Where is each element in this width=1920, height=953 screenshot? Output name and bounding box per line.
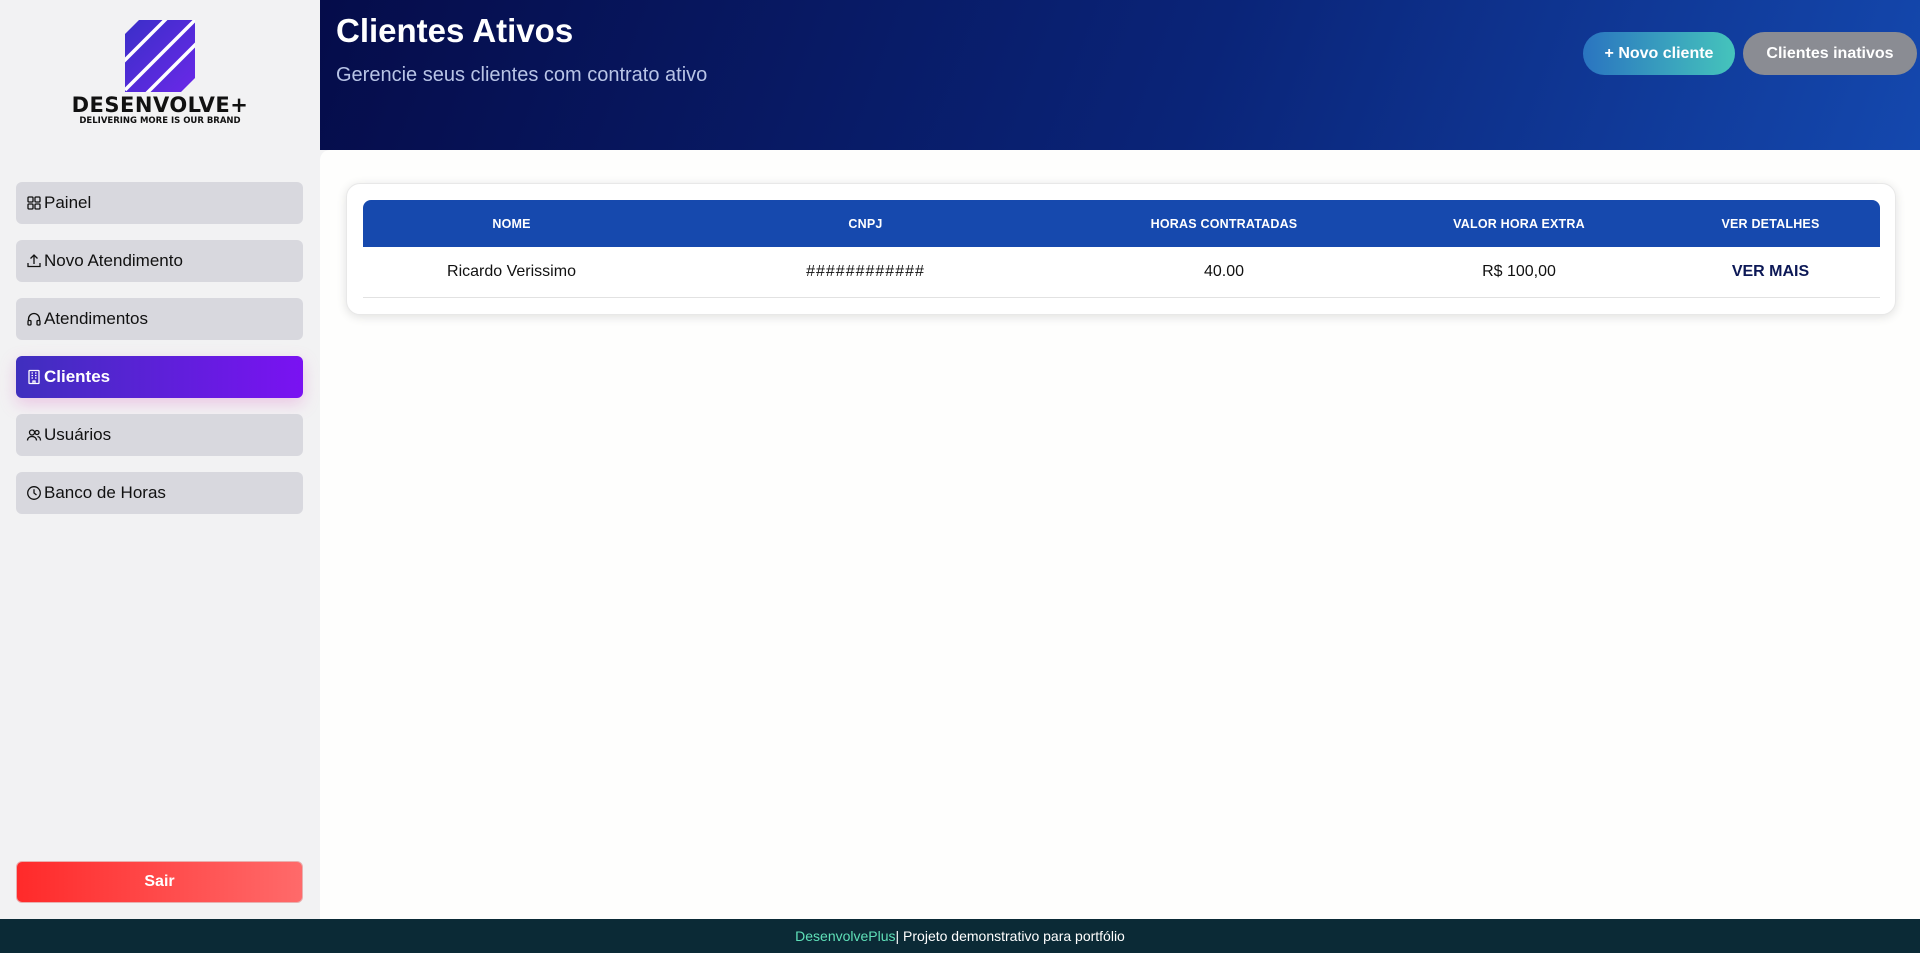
- clients-table: NOME CNPJ HORAS CONTRATADAS VALOR HORA E…: [363, 200, 1880, 298]
- sidebar-item-label: Banco de Horas: [44, 483, 166, 502]
- brand-tagline: DELIVERING MORE IS OUR BRAND: [79, 116, 241, 126]
- page-header: Clientes Ativos Gerencie seus clientes c…: [320, 0, 1920, 150]
- column-header-nome: NOME: [492, 216, 531, 231]
- view-more-link[interactable]: VER MAIS: [1661, 263, 1880, 281]
- brand-logo[interactable]: DESENVOLVE+ DELIVERING MORE IS OUR BRAND: [60, 20, 260, 132]
- new-client-button[interactable]: + Novo cliente: [1583, 32, 1735, 75]
- footer-brand: DesenvolvePlus: [795, 928, 896, 944]
- upload-icon: [27, 254, 41, 268]
- building-icon: [28, 369, 40, 385]
- cell-cnpj: ############: [806, 263, 925, 280]
- users-icon: [26, 429, 42, 441]
- column-header-cnpj: CNPJ: [848, 216, 883, 231]
- inactive-clients-button[interactable]: Clientes inativos: [1743, 32, 1917, 75]
- logout-button[interactable]: Sair: [16, 861, 303, 903]
- brand-name: DESENVOLVE+: [71, 93, 249, 117]
- sidebar-item-label: Clientes: [44, 367, 111, 386]
- main-content: NOME CNPJ HORAS CONTRATADAS VALOR HORA E…: [320, 150, 1920, 919]
- sidebar-item-atendimentos[interactable]: Atendimentos: [16, 298, 303, 340]
- headphones-icon: [27, 312, 41, 326]
- clients-table-card: NOME CNPJ HORAS CONTRATADAS VALOR HORA E…: [346, 183, 1896, 315]
- clock-icon: [27, 486, 41, 500]
- cell-horas: 40.00: [1203, 263, 1245, 280]
- column-header-horas: HORAS CONTRATADAS: [1150, 216, 1298, 231]
- sidebar-item-label: Usuários: [44, 425, 112, 444]
- column-header-valor: VALOR HORA EXTRA: [1453, 216, 1585, 231]
- page-footer: DesenvolvePlus | Projeto demonstrativo p…: [0, 919, 1920, 953]
- sidebar-item-painel[interactable]: Painel: [16, 182, 303, 224]
- table-row: Ricardo Verissimo ############ 40.00 R$ …: [363, 247, 1880, 298]
- table-header: NOME CNPJ HORAS CONTRATADAS VALOR HORA E…: [363, 200, 1880, 247]
- sidebar-item-clientes[interactable]: Clientes: [16, 356, 303, 398]
- sidebar-item-usuarios[interactable]: Usuários: [16, 414, 303, 456]
- sidebar: DESENVOLVE+ DELIVERING MORE IS OUR BRAND…: [0, 0, 320, 919]
- column-header-detalhes: VER DETALHES: [1721, 216, 1820, 231]
- sidebar-item-label: Painel: [44, 193, 92, 212]
- sidebar-item-label: Novo Atendimento: [44, 251, 183, 270]
- page-title: Clientes Ativos: [336, 12, 574, 49]
- cell-nome: Ricardo Verissimo: [447, 263, 576, 280]
- sidebar-item-novo-atendimento[interactable]: Novo Atendimento: [16, 240, 303, 282]
- logo-mark-icon: [125, 20, 195, 92]
- grid-icon: [27, 196, 41, 210]
- sidebar-nav: Painel Novo Atendimento Atendimentos Cli…: [16, 182, 303, 530]
- page-subtitle: Gerencie seus clientes com contrato ativ…: [336, 64, 708, 86]
- cell-valor: R$ 100,00: [1482, 263, 1556, 280]
- sidebar-item-label: Atendimentos: [44, 309, 148, 328]
- footer-text: | Projeto demonstrativo para portfólio: [895, 928, 1125, 944]
- sidebar-item-banco-de-horas[interactable]: Banco de Horas: [16, 472, 303, 514]
